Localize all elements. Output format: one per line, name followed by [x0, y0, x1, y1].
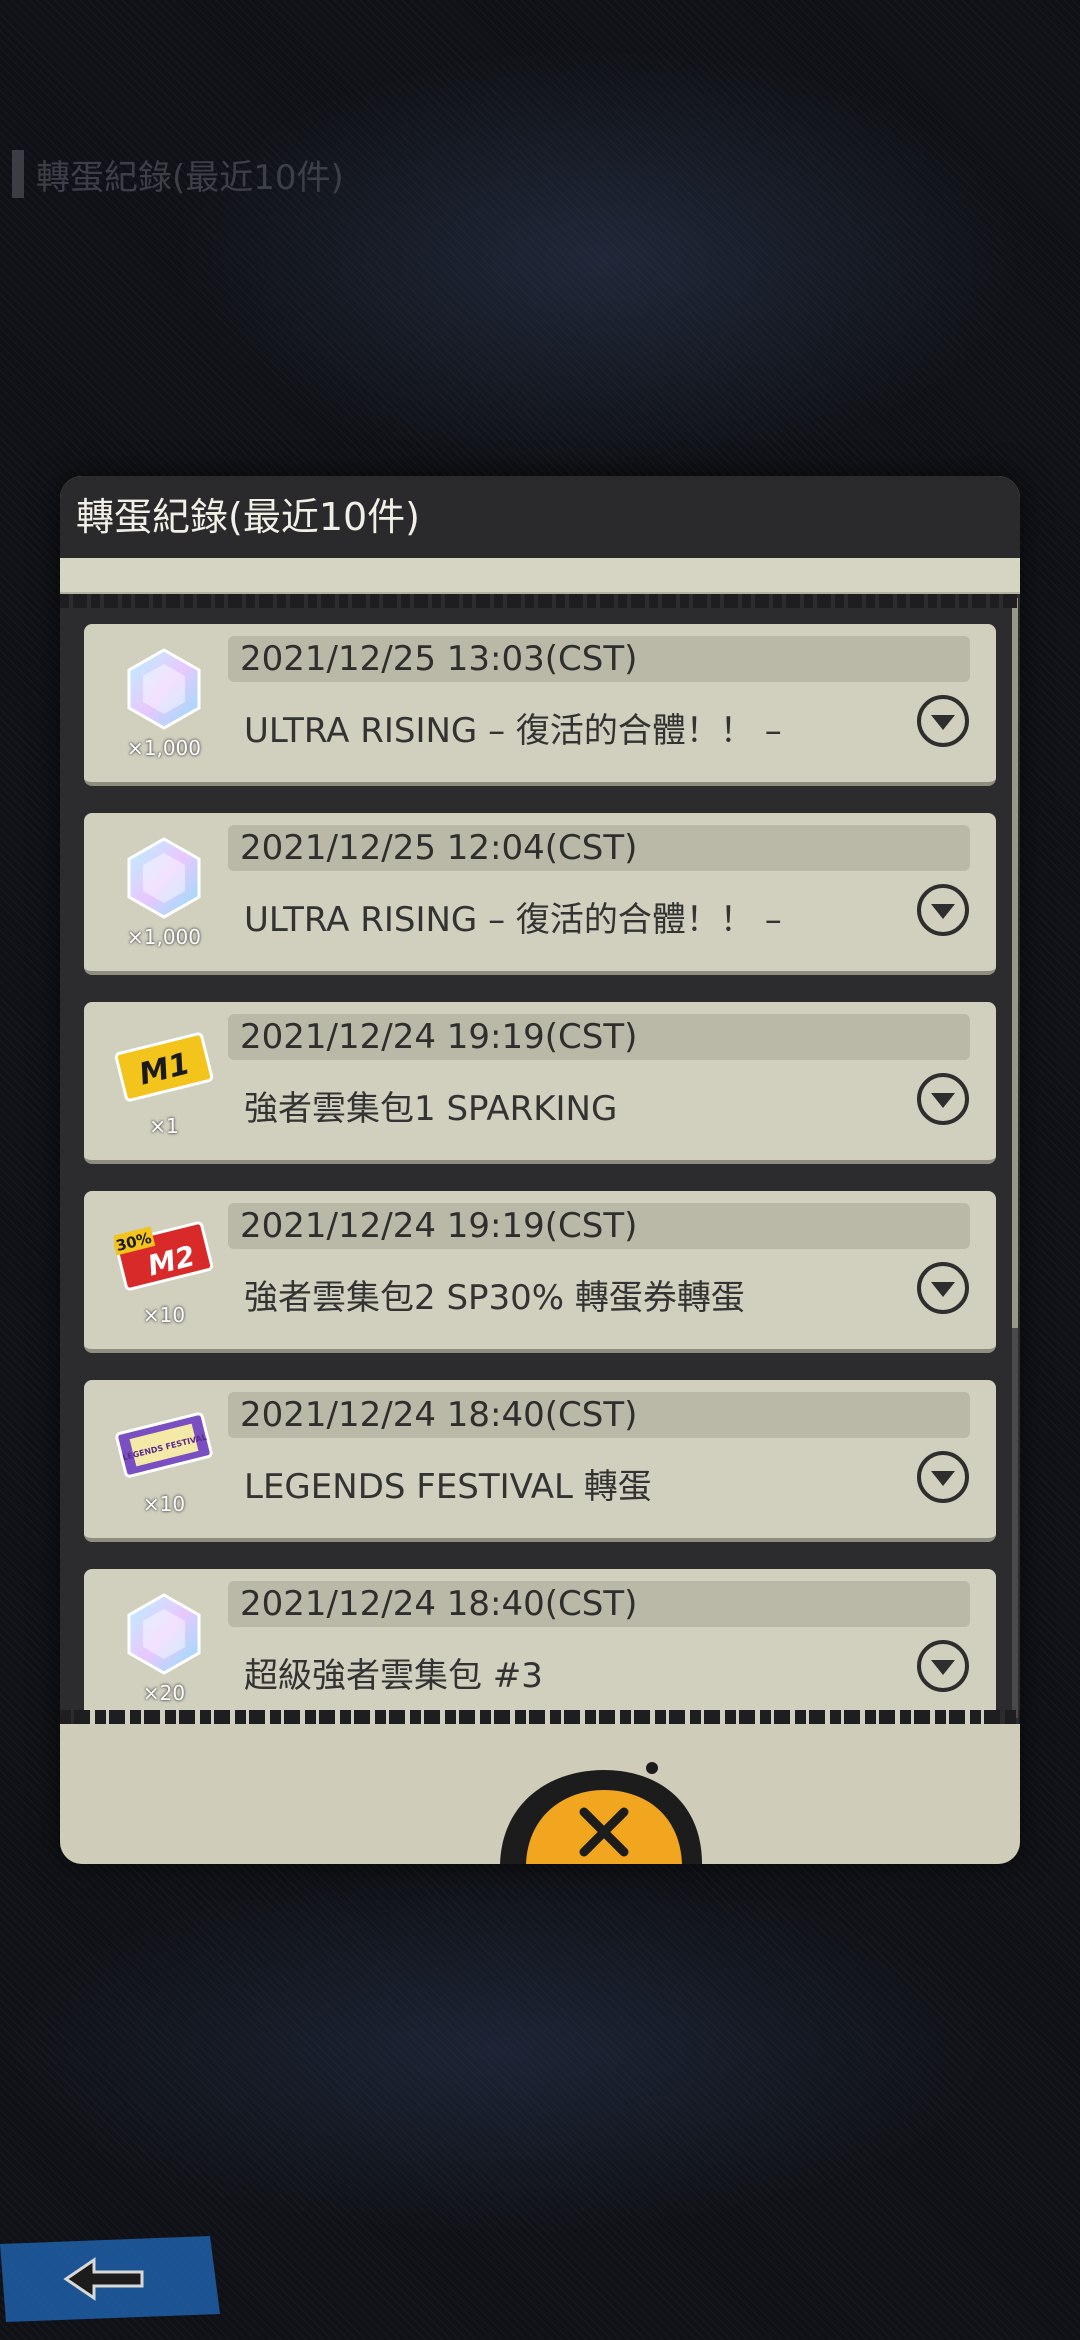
history-row[interactable]: ×1,000 2021/12/25 12:04(CST) ULTRA RISIN…	[84, 813, 996, 975]
close-icon	[500, 1762, 702, 1864]
dialog-header: 轉蛋紀錄(最近10件)	[60, 476, 1020, 566]
history-list-area[interactable]: ×1,000 2021/12/25 13:03(CST) ULTRA RISIN…	[60, 594, 1020, 1724]
history-list: ×1,000 2021/12/25 13:03(CST) ULTRA RISIN…	[60, 594, 1020, 1724]
history-row[interactable]: ×1,000 2021/12/25 13:03(CST) ULTRA RISIN…	[84, 624, 996, 786]
chevron-down-circle-icon[interactable]	[916, 883, 970, 937]
chevron-down-circle-icon[interactable]	[916, 1072, 970, 1126]
legends-festival-ticket-icon: LEGENDS FESTIVAL	[106, 1402, 222, 1488]
chrono-crystal-icon	[106, 646, 222, 732]
back-button[interactable]	[0, 2236, 220, 2322]
background-page-title: 轉蛋紀錄(最近10件)	[12, 150, 344, 198]
history-row[interactable]: M1 ×1 2021/12/24 19:19(CST) 強者雲集包1 SPARK…	[84, 1002, 996, 1164]
summon-date: 2021/12/25 13:03(CST)	[228, 636, 970, 682]
reward-quantity: ×1,000	[126, 925, 201, 949]
banner-name: ULTRA RISING – 復活的合體！！ –	[244, 900, 782, 940]
banner-name: ULTRA RISING – 復活的合體！！ –	[244, 711, 782, 751]
list-scrollbar[interactable]	[1012, 598, 1018, 1718]
banner-name: 強者雲集包2 SP30% 轉蛋券轉蛋	[244, 1278, 745, 1318]
m1-ticket-icon: M1	[106, 1024, 222, 1110]
close-button[interactable]	[480, 1762, 720, 1864]
reward-quantity: ×20	[142, 1681, 186, 1705]
gacha-history-dialog: 轉蛋紀錄(最近10件) ×1,000 2021/12/25 13:03(CST)…	[60, 476, 1020, 1864]
summon-date: 2021/12/24 18:40(CST)	[228, 1392, 970, 1438]
banner-name: 超級強者雲集包 #3	[244, 1656, 543, 1696]
chevron-down-circle-icon[interactable]	[916, 694, 970, 748]
chevron-down-circle-icon[interactable]	[916, 1261, 970, 1315]
summon-date: 2021/12/25 12:04(CST)	[228, 825, 970, 871]
chevron-down-circle-icon[interactable]	[916, 1639, 970, 1693]
reward-quantity: ×10	[142, 1303, 186, 1327]
reward-quantity: ×1	[149, 1114, 179, 1138]
background-title-text: 轉蛋紀錄(最近10件)	[36, 157, 344, 198]
summon-date: 2021/12/24 19:19(CST)	[228, 1014, 970, 1060]
banner-name: 強者雲集包1 SPARKING	[244, 1089, 618, 1129]
banner-name: LEGENDS FESTIVAL 轉蛋	[244, 1467, 652, 1507]
dialog-title: 轉蛋紀錄(最近10件)	[76, 495, 421, 539]
scrollbar-thumb[interactable]	[1012, 598, 1018, 1328]
title-accent-bar	[12, 150, 24, 198]
history-row[interactable]: 30% M2 ×10 2021/12/24 19:19(CST) 強者雲集包2 …	[84, 1191, 996, 1353]
history-row[interactable]: ×20 2021/12/24 18:40(CST) 超級強者雲集包 #3	[84, 1569, 996, 1724]
header-strip	[60, 558, 1020, 594]
reward-quantity: ×1,000	[126, 736, 201, 760]
chrono-crystal-icon	[106, 835, 222, 921]
history-row[interactable]: LEGENDS FESTIVAL ×10 2021/12/24 18:40(CS…	[84, 1380, 996, 1542]
summon-date: 2021/12/24 19:19(CST)	[228, 1203, 970, 1249]
summon-date: 2021/12/24 18:40(CST)	[228, 1581, 970, 1627]
chrono-crystal-icon	[106, 1591, 222, 1677]
m2-ticket-icon: 30% M2	[106, 1213, 222, 1299]
chevron-down-circle-icon[interactable]	[916, 1450, 970, 1504]
reward-quantity: ×10	[142, 1492, 186, 1516]
